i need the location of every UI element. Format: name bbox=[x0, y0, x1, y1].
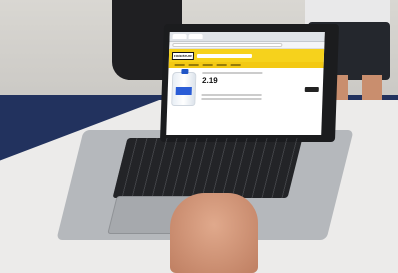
browser-tab[interactable] bbox=[172, 34, 187, 39]
nav-item[interactable] bbox=[216, 64, 227, 66]
product-description-line bbox=[201, 94, 262, 96]
nav-item[interactable] bbox=[174, 64, 185, 66]
site-search-input[interactable] bbox=[197, 53, 253, 58]
product-info: 2.19 bbox=[201, 72, 319, 106]
product-price: 2.19 bbox=[201, 76, 218, 85]
browser-tab[interactable] bbox=[188, 34, 203, 39]
nav-item[interactable] bbox=[230, 64, 241, 66]
milk-jug-image bbox=[171, 69, 197, 106]
site-header: FOODSTUFF bbox=[168, 49, 325, 62]
site-logo[interactable]: FOODSTUFF bbox=[171, 51, 195, 60]
address-bar bbox=[169, 42, 325, 49]
browser-tab-bar bbox=[169, 32, 325, 42]
nav-item[interactable] bbox=[188, 64, 199, 66]
hand bbox=[170, 193, 258, 273]
jug-label bbox=[175, 87, 192, 95]
product-title-line bbox=[202, 72, 263, 74]
photo: FOODSTUFF 2.19 bbox=[0, 0, 398, 273]
laptop-screen: FOODSTUFF 2.19 bbox=[166, 32, 325, 135]
keyboard bbox=[112, 138, 303, 198]
url-input[interactable] bbox=[172, 43, 283, 47]
nav-item[interactable] bbox=[202, 64, 213, 66]
jug-cap bbox=[181, 69, 189, 74]
product-description-line bbox=[201, 98, 262, 100]
product-area: 2.19 bbox=[167, 68, 323, 110]
add-to-cart-button[interactable] bbox=[304, 87, 319, 92]
